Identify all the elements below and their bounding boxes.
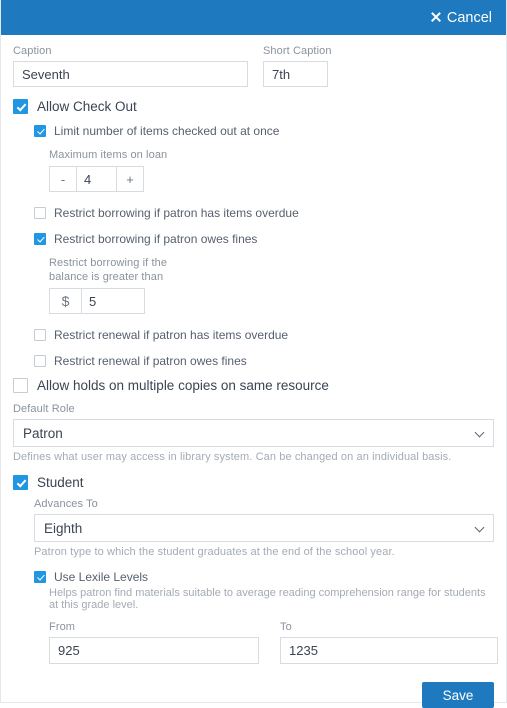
advances-to-help: Patron type to which the student graduat… — [34, 546, 395, 558]
advances-to-select[interactable]: Eighth — [34, 514, 494, 542]
default-role-field-group: Default Role Patron Defines what user ma… — [13, 403, 494, 463]
default-role-label: Default Role — [13, 403, 75, 415]
advances-to-field-group: Advances To Eighth Patron type to which … — [34, 498, 494, 558]
limit-items-checkbox[interactable] — [34, 125, 46, 137]
restrict-borrow-fines-checkbox-row[interactable]: Restrict borrowing if patron owes fines — [34, 232, 494, 246]
save-button[interactable]: Save — [422, 682, 494, 708]
advances-to-value: Eighth — [44, 520, 83, 536]
cancel-button-label: Cancel — [446, 9, 492, 26]
short-caption-input[interactable] — [263, 61, 328, 87]
allow-holds-checkbox[interactable] — [13, 378, 28, 393]
restrict-borrow-overdue-checkbox[interactable] — [34, 207, 46, 219]
restrict-borrow-fines-label: Restrict borrowing if patron owes fines — [54, 232, 258, 246]
default-role-select[interactable]: Patron — [13, 419, 494, 447]
restrict-borrow-overdue-checkbox-row[interactable]: Restrict borrowing if patron has items o… — [34, 206, 494, 220]
balance-limit-label: Restrict borrowing if the balance is gre… — [49, 257, 168, 283]
lexile-from-input[interactable] — [49, 637, 259, 664]
dialog-body: Caption Short Caption Allow Check Out Li… — [1, 35, 506, 708]
limit-items-label: Limit number of items checked out at onc… — [54, 124, 280, 138]
allow-holds-label: Allow holds on multiple copies on same r… — [37, 378, 329, 393]
lexile-to-input[interactable] — [280, 637, 498, 664]
max-items-stepper: - + — [49, 166, 144, 192]
balance-limit-input[interactable] — [82, 289, 144, 313]
default-role-help: Defines what user may access in library … — [13, 451, 452, 463]
use-lexile-checkbox[interactable] — [34, 571, 46, 583]
balance-limit-field-group: Restrict borrowing if the balance is gre… — [49, 256, 494, 314]
restrict-borrow-fines-checkbox[interactable] — [34, 233, 46, 245]
lexile-to-field-group: To — [280, 621, 498, 664]
use-lexile-label: Use Lexile Levels — [54, 570, 149, 584]
allow-check-out-checkbox-row[interactable]: Allow Check Out — [13, 99, 494, 114]
caption-label: Caption — [13, 45, 52, 57]
restrict-renewal-overdue-checkbox-row[interactable]: Restrict renewal if patron has items ove… — [34, 328, 494, 342]
patron-type-editor-dialog: Cancel Caption Short Caption Allow Check… — [0, 0, 507, 708]
max-items-field-group: Maximum items on loan - + — [49, 148, 494, 192]
cancel-button[interactable]: Cancel — [430, 10, 492, 26]
student-checkbox-row[interactable]: Student — [13, 475, 494, 490]
lexile-from-label: From — [49, 621, 76, 633]
limit-items-checkbox-row[interactable]: Limit number of items checked out at onc… — [34, 124, 494, 138]
default-role-value: Patron — [23, 425, 63, 441]
max-items-increment-button[interactable]: + — [116, 167, 143, 191]
caption-row: Caption Short Caption — [13, 45, 494, 87]
allow-check-out-checkbox[interactable] — [13, 99, 28, 114]
close-icon — [430, 12, 441, 23]
max-items-input[interactable] — [77, 167, 116, 191]
student-label: Student — [37, 475, 84, 490]
restrict-renewal-overdue-checkbox[interactable] — [34, 329, 46, 341]
advances-to-select-wrap: Eighth — [34, 514, 494, 542]
dialog-titlebar: Cancel — [1, 0, 506, 35]
footer-actions: Save — [13, 682, 494, 708]
caption-input[interactable] — [13, 61, 248, 87]
use-lexile-help: Helps patron find materials suitable to … — [49, 587, 486, 611]
lexile-from-field-group: From — [49, 621, 259, 664]
restrict-renewal-overdue-label: Restrict renewal if patron has items ove… — [54, 328, 289, 342]
restrict-renewal-fines-label: Restrict renewal if patron owes fines — [54, 354, 247, 368]
use-lexile-checkbox-row[interactable]: Use Lexile Levels — [34, 570, 494, 584]
max-items-label: Maximum items on loan — [49, 149, 168, 161]
allow-check-out-label: Allow Check Out — [37, 99, 137, 114]
max-items-decrement-button[interactable]: - — [50, 167, 77, 191]
restrict-renewal-fines-checkbox[interactable] — [34, 355, 46, 367]
advances-to-label: Advances To — [34, 498, 98, 510]
currency-icon: $ — [50, 289, 82, 313]
restrict-borrow-overdue-label: Restrict borrowing if patron has items o… — [54, 206, 299, 220]
restrict-renewal-fines-checkbox-row[interactable]: Restrict renewal if patron owes fines — [34, 354, 494, 368]
lexile-to-label: To — [280, 621, 292, 633]
default-role-select-wrap: Patron — [13, 419, 494, 447]
short-caption-field-group: Short Caption — [263, 45, 335, 87]
allow-holds-checkbox-row[interactable]: Allow holds on multiple copies on same r… — [13, 378, 494, 393]
short-caption-label: Short Caption — [263, 45, 332, 57]
lexile-range-row: From To — [49, 621, 498, 664]
student-checkbox[interactable] — [13, 475, 28, 490]
balance-limit-input-group: $ — [49, 288, 145, 314]
caption-field-group: Caption — [13, 45, 248, 87]
